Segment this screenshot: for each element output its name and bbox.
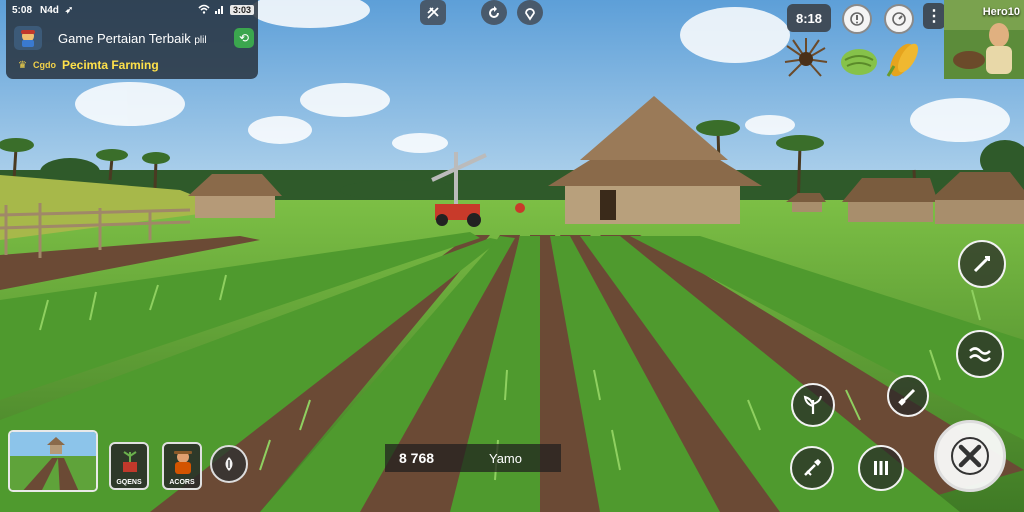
location-pin-icon[interactable] — [517, 0, 543, 25]
notification-title-text: Game Pertaian Terbaik — [58, 30, 191, 46]
app-avatar — [14, 26, 42, 50]
notification-panel[interactable]: 5:08 N4d ➶ 3:03 Game Pertaian Terbaik pl… — [6, 0, 258, 79]
subtitle-text: Pecimta Farming — [61, 58, 159, 72]
refresh-icon[interactable] — [481, 0, 507, 25]
info-value: 8 768 — [399, 450, 435, 466]
brush-icon[interactable] — [887, 375, 929, 417]
notification-title-suffix: plil — [194, 34, 207, 46]
portrait-label: Hero10 — [982, 6, 1020, 18]
minimap[interactable] — [8, 430, 98, 492]
wave-icon[interactable] — [956, 330, 1004, 378]
notification-subtitle: ♛ Cgdo Pecimta Farming — [18, 58, 159, 72]
status-carrier: N4d — [40, 4, 59, 16]
tool-card-label: ACORS — [169, 479, 195, 486]
corn-icon[interactable] — [880, 36, 926, 82]
info-bar: 8 768 Yamo — [385, 444, 561, 472]
battery-indicator: 3:03 — [229, 5, 254, 15]
signal-icon — [214, 4, 225, 17]
subtitle-tag: Cgdo — [32, 60, 56, 70]
pause-icon[interactable] — [858, 445, 904, 491]
day-counter: 8:18 — [787, 4, 831, 32]
info-icon[interactable] — [842, 4, 872, 34]
shovel-icon[interactable] — [790, 446, 834, 490]
sprout-pot-icon — [117, 448, 143, 479]
wifi-icon — [198, 4, 210, 17]
notification-title: Game Pertaian Terbaik plil — [58, 31, 207, 46]
location-arrow-icon: ➶ — [64, 4, 74, 16]
farmer-icon — [170, 448, 196, 479]
tool-card-seeds[interactable]: GQENS — [109, 442, 149, 490]
close-icon[interactable] — [934, 420, 1006, 492]
sickle-icon[interactable] — [958, 240, 1006, 288]
crown-icon: ♛ — [18, 59, 27, 71]
more-vertical-icon[interactable]: ⋮ — [923, 3, 945, 29]
melon-icon[interactable] — [837, 36, 883, 82]
player-portrait[interactable]: Hero10 — [944, 0, 1024, 79]
info-label: Yamo — [489, 450, 522, 466]
tool-card-farmer[interactable]: ACORS — [162, 442, 202, 490]
notification-row[interactable]: Game Pertaian Terbaik plil ⟲ — [14, 24, 258, 52]
status-bar: 5:08 N4d ➶ 3:03 — [12, 3, 254, 17]
seed-icon[interactable] — [210, 445, 248, 483]
tool-card-label: GQENS — [116, 479, 142, 486]
link-icon[interactable]: ⟲ — [234, 28, 254, 48]
seed-bundle-icon[interactable] — [783, 36, 829, 82]
plant-icon[interactable] — [791, 383, 835, 427]
fork-icon[interactable] — [420, 0, 446, 25]
timer-icon[interactable] — [884, 4, 914, 34]
status-time: 5:08 — [12, 4, 33, 16]
